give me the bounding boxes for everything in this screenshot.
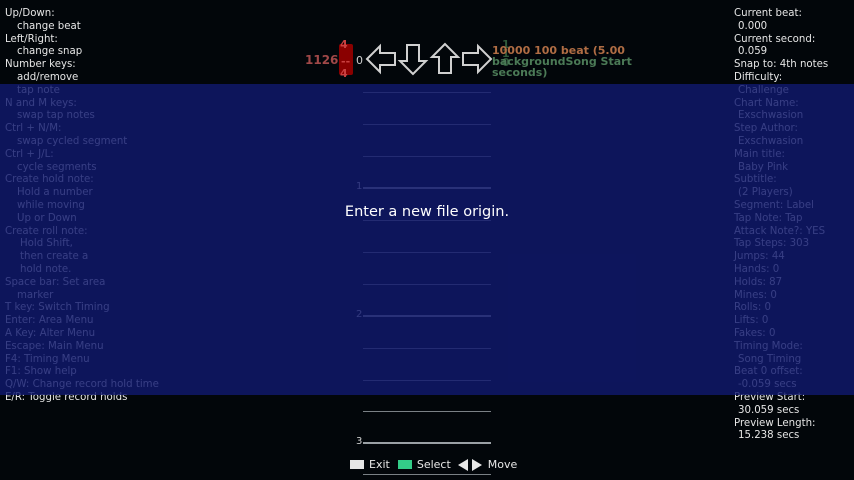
info-line: Difficulty: bbox=[734, 71, 783, 83]
help-line: Number keys: bbox=[5, 59, 76, 71]
text-entry-prompt: Enter a new file origin. bbox=[344, 204, 510, 220]
footer-controls: Exit Select Move bbox=[350, 458, 517, 471]
up-arrow-icon bbox=[429, 42, 461, 76]
select-label[interactable]: Select bbox=[417, 458, 451, 471]
exit-label[interactable]: Exit bbox=[369, 458, 390, 471]
receptor-row bbox=[365, 42, 493, 76]
combo-counter: 1126 bbox=[305, 53, 339, 67]
measure-number: 3 bbox=[356, 436, 363, 447]
measure-line bbox=[363, 442, 491, 444]
right-arrow-icon bbox=[461, 42, 493, 76]
help-line: add/remove bbox=[17, 71, 79, 83]
info-line: Current beat: bbox=[734, 8, 802, 19]
beat-zero-label: 0 bbox=[356, 54, 363, 67]
beat-line bbox=[363, 411, 491, 412]
help-line: Left/Right: bbox=[5, 33, 58, 45]
left-triangle-icon[interactable] bbox=[457, 458, 469, 471]
left-arrow-icon bbox=[365, 42, 397, 76]
info-line: 15.238 secs bbox=[738, 430, 800, 442]
beat-line bbox=[363, 474, 491, 475]
text-entry-overlay bbox=[0, 84, 854, 395]
info-line: 0.059 bbox=[738, 46, 768, 58]
exit-key-icon[interactable] bbox=[350, 460, 364, 469]
move-arrows[interactable] bbox=[457, 458, 483, 471]
song-start-line: seconds) bbox=[492, 66, 548, 79]
song-start-label: 10000 100 beat (5.00 backgroundSong Star… bbox=[492, 45, 632, 78]
select-key-icon[interactable] bbox=[397, 460, 412, 469]
move-label[interactable]: Move bbox=[488, 458, 518, 471]
info-line: Preview Length: bbox=[734, 417, 816, 429]
info-line: 0.000 bbox=[738, 20, 768, 32]
info-line: Current second: bbox=[734, 33, 816, 45]
help-line: change snap bbox=[17, 46, 83, 58]
down-arrow-icon bbox=[397, 42, 429, 76]
help-line: change beat bbox=[17, 20, 81, 32]
info-line: Snap to: 4th notes bbox=[734, 59, 829, 71]
right-triangle-icon[interactable] bbox=[471, 458, 483, 471]
snap-top-number: 4 bbox=[340, 38, 348, 51]
info-line: 30.059 secs bbox=[738, 404, 800, 416]
snap-bottom-number: 4 bbox=[340, 67, 348, 80]
help-line: Up/Down: bbox=[5, 8, 55, 19]
